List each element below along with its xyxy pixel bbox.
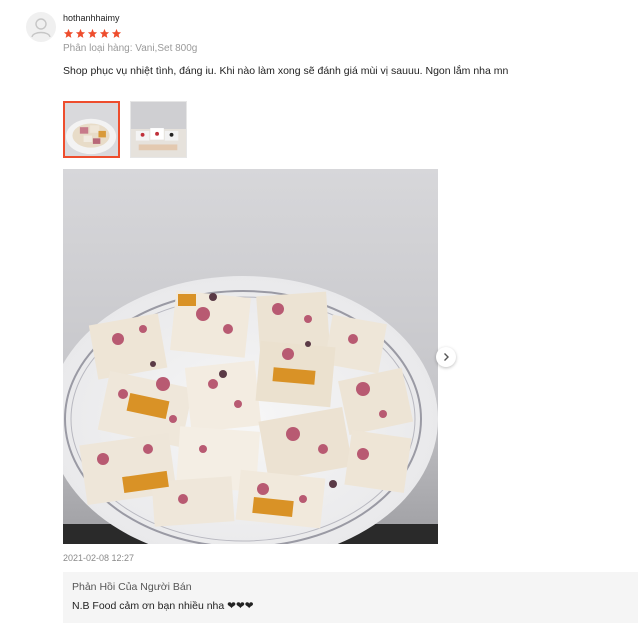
seller-reply: Phản Hồi Của Người Bán N.B Food cảm ơn b… — [63, 572, 638, 623]
star-icon — [75, 28, 86, 38]
seller-reply-text: N.B Food cảm ơn bạn nhiều nha ❤❤❤ — [72, 600, 254, 612]
star-icon — [111, 28, 122, 38]
product-variant: Phân loại hàng: Vani,Set 800g — [63, 43, 198, 54]
thumbnail-1[interactable] — [63, 101, 120, 158]
seller-reply-title: Phản Hồi Của Người Bán — [72, 581, 192, 593]
next-image-button[interactable] — [436, 347, 456, 367]
review-photo[interactable] — [63, 169, 438, 544]
reviewer-username: hothanhhaimy — [63, 13, 120, 23]
star-icon — [99, 28, 110, 38]
thumbnail-2[interactable] — [130, 101, 187, 158]
star-icon — [63, 28, 74, 38]
user-avatar-icon — [31, 18, 51, 38]
review-comment: Shop phục vụ nhiệt tình, đáng iu. Khi nà… — [63, 65, 509, 77]
thumbnail-image — [65, 103, 118, 156]
chevron-right-icon — [444, 353, 449, 361]
thumbnail-image — [131, 102, 186, 157]
review-photo-image — [63, 169, 438, 544]
avatar[interactable] — [26, 12, 56, 42]
rating-stars — [63, 28, 122, 40]
star-icon — [87, 28, 98, 38]
review-timestamp: 2021-02-08 12:27 — [63, 553, 135, 563]
